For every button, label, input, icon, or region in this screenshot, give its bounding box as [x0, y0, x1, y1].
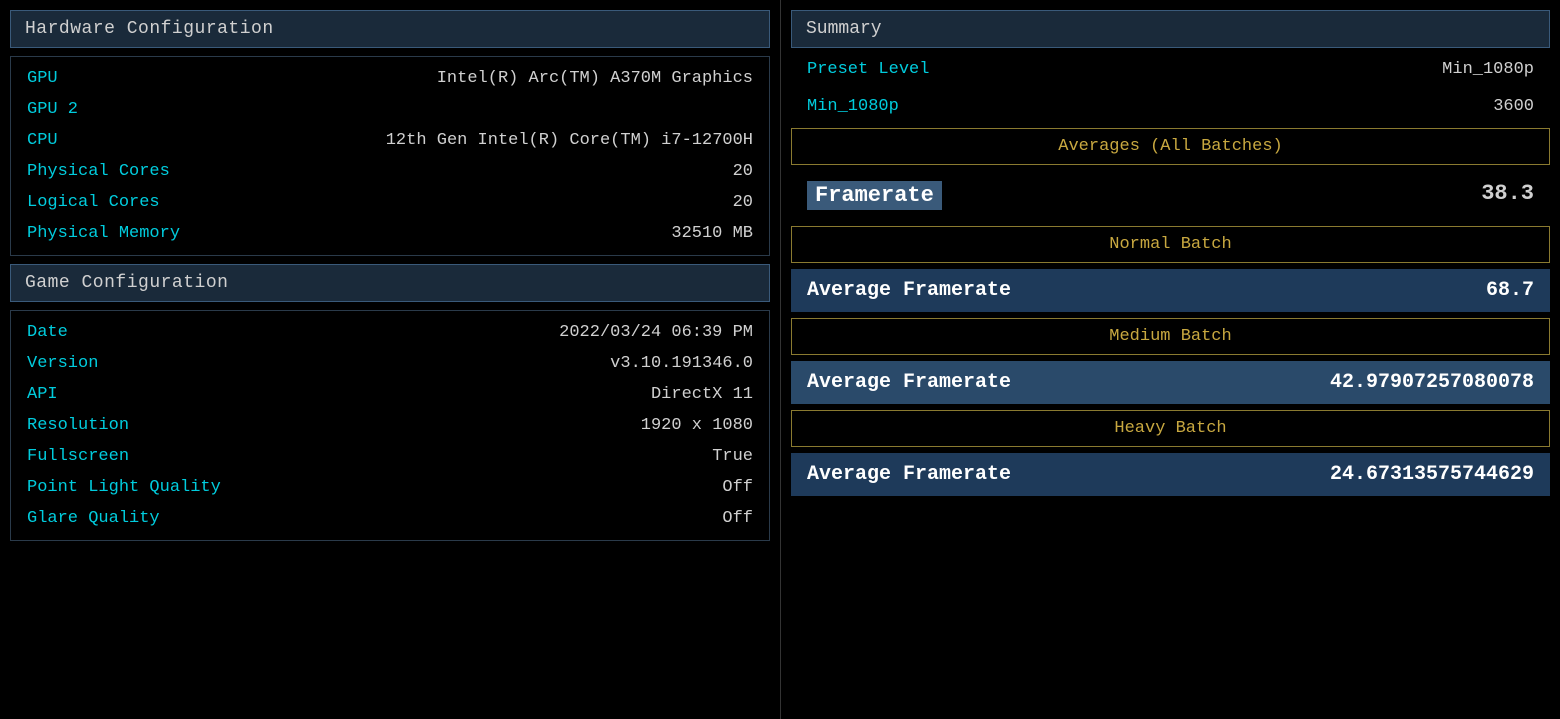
gpu-value: Intel(R) Arc(TM) A370M Graphics: [437, 69, 753, 88]
physical-memory-row: Physical Memory 32510 MB: [11, 218, 769, 249]
fullscreen-label: Fullscreen: [27, 447, 129, 466]
resolution-label: Resolution: [27, 416, 129, 435]
framerate-label: Framerate: [807, 181, 942, 210]
heavy-batch-label: Heavy Batch: [791, 410, 1550, 447]
normal-batch-framerate-value: 68.7: [1486, 279, 1534, 302]
point-light-quality-label: Point Light Quality: [27, 478, 221, 497]
physical-cores-label: Physical Cores: [27, 162, 170, 181]
cpu-value: 12th Gen Intel(R) Core(TM) i7-12700H: [386, 131, 753, 150]
all-batches-label: Averages (All Batches): [791, 128, 1550, 165]
api-value: DirectX 11: [651, 385, 753, 404]
normal-batch-framerate-label: Average Framerate: [807, 279, 1011, 302]
fullscreen-row: Fullscreen True: [11, 441, 769, 472]
framerate-row: Framerate 38.3: [791, 171, 1550, 220]
right-panel: Summary Preset Level Min_1080p Min_1080p…: [780, 0, 1560, 719]
preset-level-label: Preset Level: [807, 60, 929, 79]
gpu2-row: GPU 2: [11, 94, 769, 125]
heavy-batch-framerate-value: 24.67313575744629: [1330, 463, 1534, 486]
glare-quality-row: Glare Quality Off: [11, 503, 769, 534]
framerate-value: 38.3: [1481, 181, 1534, 210]
cpu-label: CPU: [27, 131, 58, 150]
date-row: Date 2022/03/24 06:39 PM: [11, 317, 769, 348]
min-1080p-row: Min_1080p 3600: [791, 91, 1550, 122]
point-light-quality-row: Point Light Quality Off: [11, 472, 769, 503]
cpu-row: CPU 12th Gen Intel(R) Core(TM) i7-12700H: [11, 125, 769, 156]
resolution-value: 1920 x 1080: [641, 416, 753, 435]
normal-batch-framerate-row: Average Framerate 68.7: [791, 269, 1550, 312]
heavy-batch-framerate-label: Average Framerate: [807, 463, 1011, 486]
api-row: API DirectX 11: [11, 379, 769, 410]
min-1080p-label: Min_1080p: [807, 97, 899, 116]
hardware-config-content: GPU Intel(R) Arc(TM) A370M Graphics GPU …: [10, 56, 770, 256]
date-label: Date: [27, 323, 68, 342]
physical-memory-label: Physical Memory: [27, 224, 180, 243]
physical-memory-value: 32510 MB: [671, 224, 753, 243]
point-light-quality-value: Off: [722, 478, 753, 497]
game-config-content: Date 2022/03/24 06:39 PM Version v3.10.1…: [10, 310, 770, 541]
version-row: Version v3.10.191346.0: [11, 348, 769, 379]
heavy-batch-framerate-row: Average Framerate 24.67313575744629: [791, 453, 1550, 496]
physical-cores-row: Physical Cores 20: [11, 156, 769, 187]
glare-quality-value: Off: [722, 509, 753, 528]
logical-cores-label: Logical Cores: [27, 193, 160, 212]
fullscreen-value: True: [712, 447, 753, 466]
logical-cores-value: 20: [733, 193, 753, 212]
logical-cores-row: Logical Cores 20: [11, 187, 769, 218]
medium-batch-framerate-label: Average Framerate: [807, 371, 1011, 394]
normal-batch-label: Normal Batch: [791, 226, 1550, 263]
medium-batch-label: Medium Batch: [791, 318, 1550, 355]
gpu-label: GPU: [27, 69, 58, 88]
gpu2-label: GPU 2: [27, 100, 78, 119]
physical-cores-value: 20: [733, 162, 753, 181]
resolution-row: Resolution 1920 x 1080: [11, 410, 769, 441]
date-value: 2022/03/24 06:39 PM: [559, 323, 753, 342]
gpu-row: GPU Intel(R) Arc(TM) A370M Graphics: [11, 63, 769, 94]
medium-batch-framerate-row: Average Framerate 42.97907257080078: [791, 361, 1550, 404]
left-panel: Hardware Configuration GPU Intel(R) Arc(…: [0, 0, 780, 719]
preset-level-value: Min_1080p: [1442, 60, 1534, 79]
min-1080p-value: 3600: [1493, 97, 1534, 116]
hardware-config-header: Hardware Configuration: [10, 10, 770, 48]
version-label: Version: [27, 354, 98, 373]
medium-batch-framerate-value: 42.97907257080078: [1330, 371, 1534, 394]
api-label: API: [27, 385, 58, 404]
game-config-header: Game Configuration: [10, 264, 770, 302]
summary-header: Summary: [791, 10, 1550, 48]
version-value: v3.10.191346.0: [610, 354, 753, 373]
preset-level-row: Preset Level Min_1080p: [791, 54, 1550, 85]
glare-quality-label: Glare Quality: [27, 509, 160, 528]
